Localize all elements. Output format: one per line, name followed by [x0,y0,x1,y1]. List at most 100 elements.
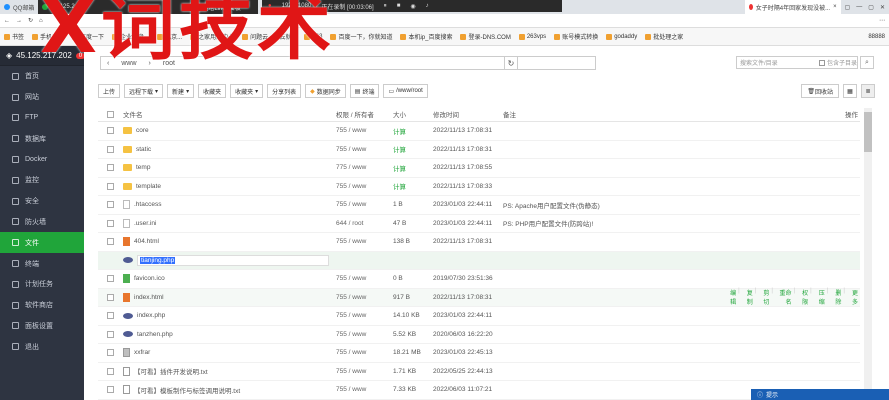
file-permission[interactable]: 755 / www [336,349,393,356]
file-permission[interactable]: 755 / www [336,146,393,153]
table-row[interactable]: index.html 755 / www 917 B 2022/11/13 17:08… [98,288,860,307]
row-checkbox[interactable] [107,312,114,320]
row-checkbox[interactable] [107,275,114,283]
file-name[interactable]: static [136,146,151,153]
camera-icon[interactable]: ◉ [410,3,415,10]
bookmark-item[interactable]: 本机ip_百度搜索 [400,32,452,41]
file-permission[interactable]: 755 / www [336,331,393,338]
sidebar-item-logout[interactable]: 退出 [0,336,84,357]
rename-input[interactable]: tianjing.php [137,254,329,266]
file-name[interactable]: 【可看】插件开发说明.txt [134,366,208,376]
file-name[interactable]: tanzhen.php [137,331,173,338]
sidebar-item-store[interactable]: 软件商店 [0,295,84,316]
row-checkbox[interactable] [107,219,114,227]
grid-view-button[interactable]: ▦ [843,84,857,98]
table-row[interactable]: .user.ini 644 / root 47 B 2023/01/03 22:44:… [98,215,860,233]
file-name[interactable]: template [136,183,161,190]
recycle-bin-button[interactable]: 🗑 回收站 [801,84,839,98]
row-op-link[interactable]: 压缩 [814,288,825,306]
sidebar-item-docker[interactable]: Docker [0,149,84,170]
share-list-button[interactable]: 分享列表 [267,84,302,98]
file-permission[interactable]: 755 / www [336,312,393,319]
data-sync-button[interactable]: ◆ 数据同步 [305,84,346,98]
row-checkbox[interactable] [107,330,114,338]
table-row[interactable]: .htaccess 755 / www 1 B 2023/01/03 22:44:11… [98,196,860,215]
forward-icon[interactable]: → [16,18,22,24]
bookmark-item[interactable]: godaddy [606,33,637,40]
row-checkbox[interactable] [107,201,114,209]
row-op-link[interactable]: 复制 [742,288,753,306]
scrollbar-thumb[interactable] [864,112,872,152]
refresh-button[interactable]: ↻ [504,56,518,70]
close-icon[interactable]: × [833,4,837,10]
remote-download-button[interactable]: 远程下载 ▾ [124,84,164,98]
sidebar-item-cron[interactable]: 计划任务 [0,274,84,295]
path-copy-button[interactable]: ▭/www/root [383,84,428,98]
sidebar-item-website[interactable]: 网站 [0,87,84,108]
header-name[interactable]: 文件名 [123,109,336,119]
row-checkbox[interactable] [107,293,114,301]
row-checkbox[interactable] [107,127,114,135]
minimize-icon[interactable]: — [856,4,862,10]
file-name[interactable]: .htaccess [134,201,161,208]
table-row[interactable]: core 755 / www 计算 2022/11/13 17:08:31 [98,122,860,141]
file-name[interactable]: favicon.ico [134,275,165,282]
row-checkbox[interactable] [107,349,114,357]
sidebar-item-security[interactable]: 安全 [0,191,84,212]
file-permission[interactable]: 755 / www [336,368,393,375]
row-op-link[interactable]: 更多 [847,288,858,306]
file-permission[interactable]: 755 / www [336,183,393,190]
table-row[interactable]: template 755 / www 计算 2022/11/13 17:08:33 [98,178,860,196]
search-input[interactable]: 搜索文件/目录 包含子目录 [736,56,858,69]
row-op-link[interactable]: 权限 [797,288,808,306]
header-time[interactable]: 修改时间 [433,109,503,119]
table-row[interactable]: favicon.ico 755 / www 0 B 2019/07/30 23:51:… [98,270,860,289]
file-name[interactable]: index.php [137,312,165,319]
select-all-checkbox[interactable] [107,110,114,118]
mic-icon[interactable]: ♪ [426,3,429,9]
sidebar-item-monitor[interactable]: 监控 [0,170,84,191]
table-row[interactable]: temp 775 / www 计算 2022/11/13 17:08:55 [98,159,860,178]
back-icon[interactable]: ← [4,18,10,24]
table-row[interactable]: 【可看】模板制作与标签调用说明.txt 755 / www 7.33 KB 2022/… [98,381,860,400]
file-permission[interactable]: 755 / www [336,275,393,282]
table-row[interactable]: static 755 / www 计算 2022/11/13 17:08:31 [98,141,860,159]
file-name[interactable]: 【可看】模板制作与标签调用说明.txt [134,385,240,395]
table-row[interactable]: index.php 755 / www 14.10 KB 2023/01/03 22:… [98,307,860,326]
table-row[interactable]: xxfrar 755 / www 18.21 MB 2023/01/03 22:45:… [98,344,860,363]
table-row[interactable]: tanzhen.php 755 / www 5.52 KB 2020/06/03 16… [98,326,860,344]
file-size[interactable]: 计算 [393,126,433,136]
row-checkbox[interactable] [107,367,114,375]
browser-tab-qqmail[interactable]: QQ邮箱 [0,0,38,14]
list-view-button[interactable]: ≣ [861,84,875,98]
sidebar-item-ftp[interactable]: FTP [0,108,84,129]
file-note[interactable]: PS: PHP用户配置文件(防跨站)! [503,218,725,228]
file-permission[interactable]: 755 / www [336,294,393,301]
sidebar-item-terminal[interactable]: 终端 [0,253,84,274]
file-name[interactable]: index.html [134,294,164,301]
row-checkbox[interactable] [107,145,114,153]
row-checkbox[interactable] [107,386,114,394]
row-op-link[interactable]: 编辑 [725,288,736,306]
sidebar-item-files[interactable]: 文件 [0,232,84,254]
file-name[interactable]: .user.ini [134,220,156,227]
file-permission[interactable]: 755 / www [336,238,393,245]
notice-banner[interactable]: ⓘ 提示 [751,389,889,400]
file-permission[interactable]: 755 / www [336,201,393,208]
file-name[interactable]: 404.html [134,238,159,245]
file-permission[interactable]: 644 / root [336,220,393,227]
pause-icon[interactable]: ⏸ [384,3,387,10]
favorites-button[interactable]: 收藏夹 [198,84,227,98]
search-button[interactable]: ⌕ [860,56,874,69]
file-name[interactable]: xxfrar [134,349,150,356]
file-name[interactable]: core [136,127,149,134]
sidebar-item-database[interactable]: 数据库 [0,128,84,149]
bookmark-item[interactable]: 登录-DNS.COM [460,32,511,41]
header-size[interactable]: 大小 [393,109,433,119]
bookmark-item[interactable]: 批处理之家 [645,32,683,41]
include-sub-checkbox[interactable] [818,59,825,66]
browser-tab-news[interactable]: 女子时隔4年回家发现没被... × [744,0,841,14]
tab-list-icon[interactable]: ▢ [845,4,851,11]
bookmark-item[interactable]: 书签 [4,32,24,41]
stop-icon[interactable]: ■ [397,3,401,9]
